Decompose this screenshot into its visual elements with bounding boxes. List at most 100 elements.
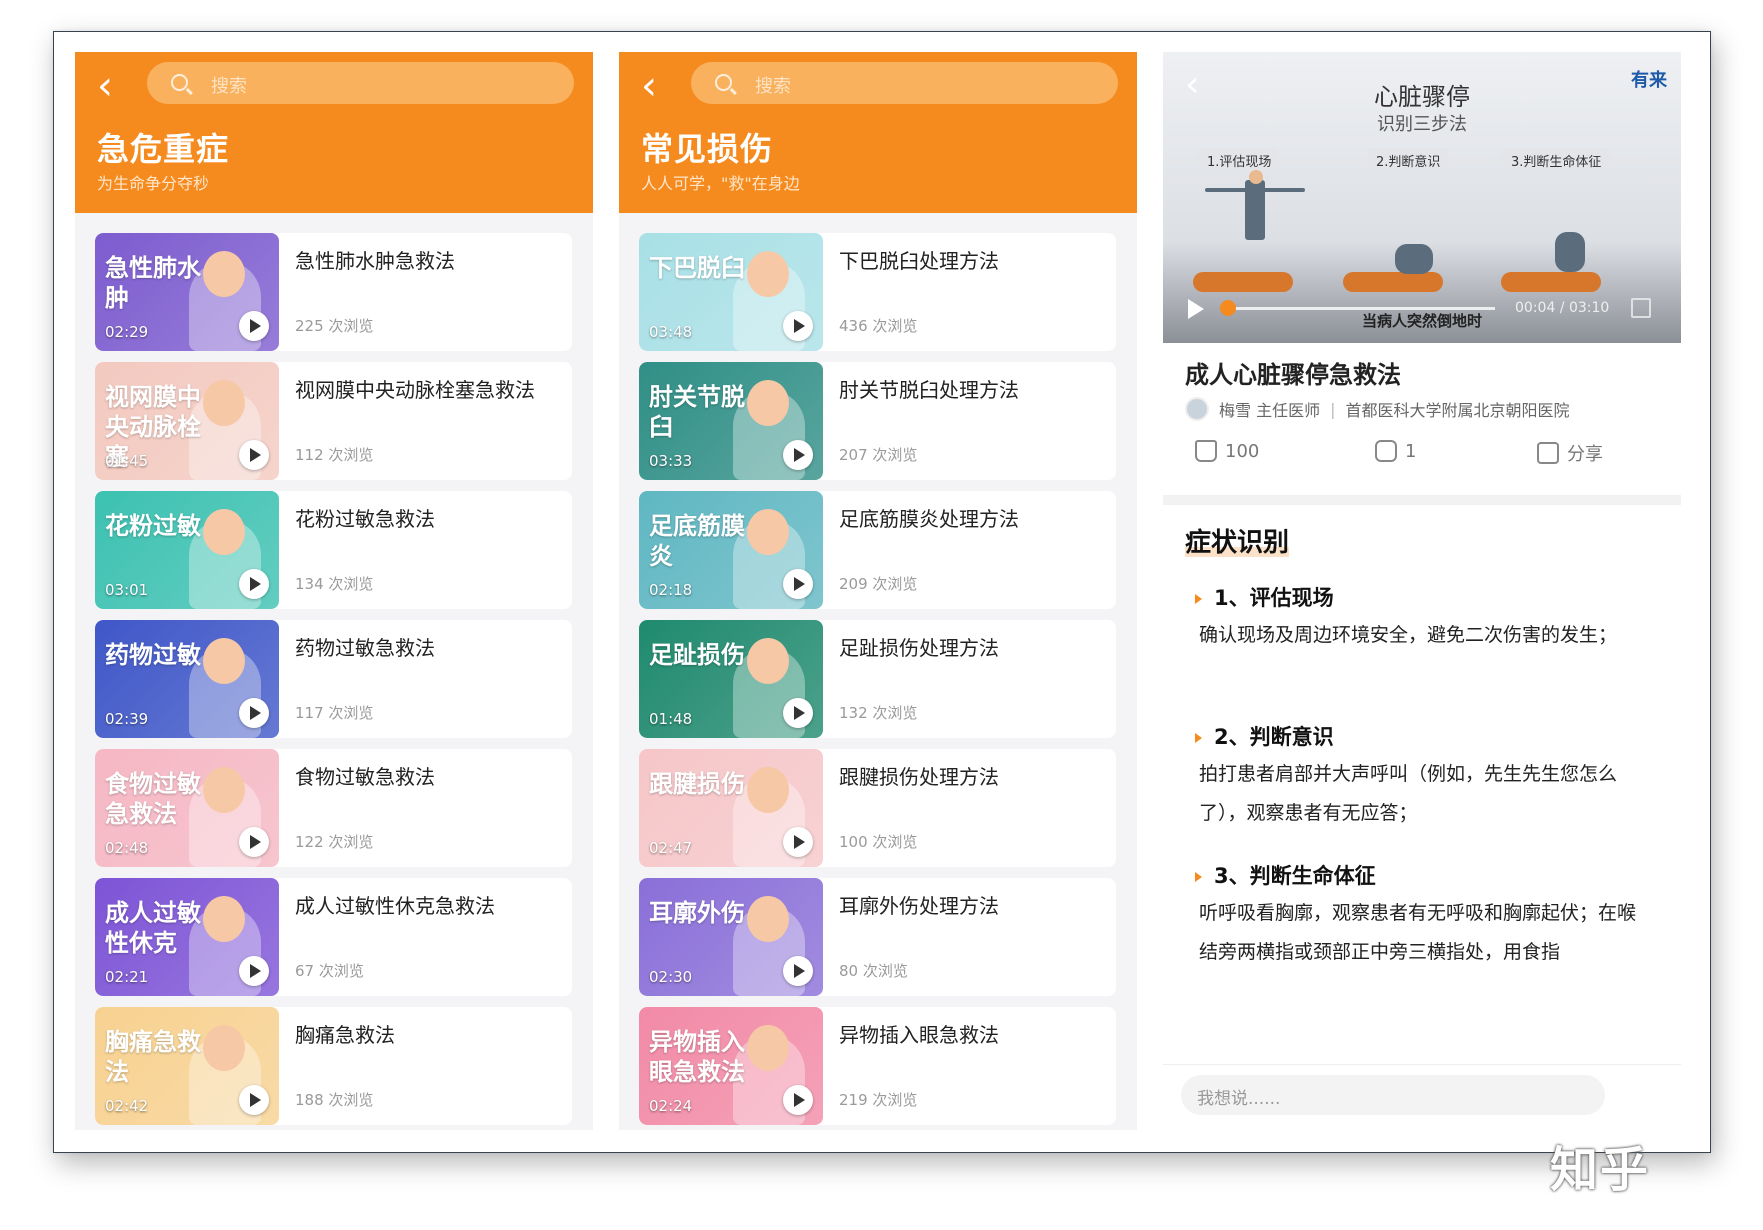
- page-subtitle: 为生命争分夺秒: [97, 174, 210, 193]
- video-thumbnail[interactable]: 药物过敏 02:39: [95, 620, 279, 738]
- list-item[interactable]: 下巴脱臼 03:48 下巴脱臼处理方法 436 次浏览: [639, 233, 1116, 351]
- play-icon[interactable]: [783, 311, 813, 341]
- video-thumbnail[interactable]: 下巴脱臼 03:48: [639, 233, 823, 351]
- video-title: 食物过敏急救法: [295, 765, 435, 789]
- like-button[interactable]: 100: [1195, 440, 1259, 462]
- video-thumbnail[interactable]: 成人过敏性休克 02:21: [95, 878, 279, 996]
- list-item[interactable]: 视网膜中央动脉栓塞 01:45 视网膜中央动脉栓塞急救法 112 次浏览: [95, 362, 572, 480]
- video-duration: 02:30: [649, 968, 693, 986]
- like-count: 100: [1225, 440, 1260, 462]
- play-icon[interactable]: [783, 1085, 813, 1115]
- kneeling-rescuer: [1555, 232, 1585, 272]
- paragraph: 确认现场及周边环境安全，避免二次伤害的发生；: [1199, 624, 1618, 646]
- comment-icon: [1375, 440, 1397, 462]
- subheading-text: 2、判断意识: [1214, 725, 1334, 749]
- video-duration: 03:33: [649, 452, 693, 470]
- list-item[interactable]: 足底筋膜炎 02:18 足底筋膜炎处理方法 209 次浏览: [639, 491, 1116, 609]
- bullet-icon: [1195, 872, 1202, 882]
- view-count: 100 次浏览: [839, 833, 918, 851]
- list-item[interactable]: 食物过敏急救法 02:48 食物过敏急救法 122 次浏览: [95, 749, 572, 867]
- play-icon[interactable]: [239, 1085, 269, 1115]
- play-icon[interactable]: [783, 698, 813, 728]
- figure-arms: [1205, 188, 1305, 192]
- watermark: 知乎: [1550, 1142, 1651, 1198]
- emergency-list-screen: ‹ 搜索 急危重症 为生命争分夺秒 急性肺水肿 02:29 急性肺水肿急救法 225 …: [75, 52, 593, 1130]
- play-icon[interactable]: [239, 569, 269, 599]
- view-count: 188 次浏览: [295, 1091, 374, 1109]
- article-title: 成人心脏骤停急救法: [1185, 361, 1401, 389]
- play-icon[interactable]: [239, 956, 269, 986]
- play-icon[interactable]: [239, 698, 269, 728]
- article-screen: ‹ 心脏骤停 识别三步法 有来 1.评估现场 2.判断意识 3.判断生命体征 当…: [1163, 52, 1681, 1130]
- thumbnail-text: 足底筋膜炎: [649, 512, 745, 570]
- view-count: 122 次浏览: [295, 833, 374, 851]
- step-label: 2.判断意识: [1368, 148, 1449, 173]
- view-count: 225 次浏览: [295, 317, 374, 335]
- play-icon[interactable]: [783, 827, 813, 857]
- video-thumbnail[interactable]: 足趾损伤 01:48: [639, 620, 823, 738]
- back-arrow-icon[interactable]: ‹: [97, 66, 137, 106]
- thumbnail-text: 肘关节脱臼: [649, 383, 745, 441]
- comment-button[interactable]: 1: [1375, 440, 1416, 462]
- share-button[interactable]: 分享: [1537, 440, 1603, 466]
- video-thumbnail[interactable]: 食物过敏急救法 02:48: [95, 749, 279, 867]
- list-item[interactable]: 急性肺水肿 02:29 急性肺水肿急救法 225 次浏览: [95, 233, 572, 351]
- list-item[interactable]: 花粉过敏 03:01 花粉过敏急救法 134 次浏览: [95, 491, 572, 609]
- video-thumbnail[interactable]: 足底筋膜炎 02:18: [639, 491, 823, 609]
- back-arrow-icon[interactable]: ‹: [641, 66, 681, 106]
- list-item[interactable]: 成人过敏性休克 02:21 成人过敏性休克急救法 67 次浏览: [95, 878, 572, 996]
- header: ‹ 搜索 常见损伤 人人可学，"救"在身边: [619, 52, 1137, 213]
- subheading-text: 3、判断生命体征: [1214, 864, 1376, 888]
- progress-bar[interactable]: [1223, 307, 1495, 310]
- video-thumbnail[interactable]: 视网膜中央动脉栓塞 01:45: [95, 362, 279, 480]
- search-bar[interactable]: 搜索: [147, 62, 574, 104]
- video-thumbnail[interactable]: 肘关节脱臼 03:33: [639, 362, 823, 480]
- list-item[interactable]: 肘关节脱臼 03:33 肘关节脱臼处理方法 207 次浏览: [639, 362, 1116, 480]
- fullscreen-icon[interactable]: [1631, 298, 1651, 318]
- list-item[interactable]: 足趾损伤 01:48 足趾损伤处理方法 132 次浏览: [639, 620, 1116, 738]
- video-thumbnail[interactable]: 花粉过敏 03:01: [95, 491, 279, 609]
- play-icon[interactable]: [783, 956, 813, 986]
- video-thumbnail[interactable]: 胸痛急救法 02:42: [95, 1007, 279, 1125]
- thumbnail-text: 药物过敏: [105, 641, 201, 669]
- video-title: 成人过敏性休克急救法: [295, 894, 495, 918]
- video-thumbnail[interactable]: 急性肺水肿 02:29: [95, 233, 279, 351]
- list-item[interactable]: 异物插入眼急救法 02:24 异物插入眼急救法 219 次浏览: [639, 1007, 1116, 1125]
- video-thumbnail[interactable]: 耳廓外伤 02:30: [639, 878, 823, 996]
- play-icon[interactable]: [239, 440, 269, 470]
- comment-input[interactable]: 我想说......: [1181, 1075, 1605, 1115]
- list-item[interactable]: 跟腱损伤 02:47 跟腱损伤处理方法 100 次浏览: [639, 749, 1116, 867]
- list-item[interactable]: 耳廓外伤 02:30 耳廓外伤处理方法 80 次浏览: [639, 878, 1116, 996]
- page-title: 急危重症: [97, 130, 230, 168]
- video-duration: 02:42: [105, 1097, 149, 1115]
- play-icon[interactable]: [239, 827, 269, 857]
- video-thumbnail[interactable]: 跟腱损伤 02:47: [639, 749, 823, 867]
- view-count: 436 次浏览: [839, 317, 918, 335]
- comment-count: 1: [1405, 440, 1417, 462]
- video-duration: 02:24: [649, 1097, 693, 1115]
- list-item[interactable]: 药物过敏 02:39 药物过敏急救法 117 次浏览: [95, 620, 572, 738]
- brand-logo: 有来: [1631, 70, 1667, 91]
- video-player[interactable]: ‹ 心脏骤停 识别三步法 有来 1.评估现场 2.判断意识 3.判断生命体征 当…: [1163, 52, 1681, 343]
- subheading: 1、评估现场: [1195, 582, 1334, 612]
- author-line[interactable]: 梅雪 主任医师 | 首都医科大学附属北京朝阳医院: [1185, 397, 1570, 421]
- play-icon[interactable]: [239, 311, 269, 341]
- view-count: 112 次浏览: [295, 446, 374, 464]
- list-item[interactable]: 胸痛急救法 02:42 胸痛急救法 188 次浏览: [95, 1007, 572, 1125]
- search-icon: [715, 74, 732, 91]
- play-icon[interactable]: [1188, 299, 1204, 319]
- step-label: 3.判断生命体征: [1503, 148, 1610, 173]
- video-thumbnail[interactable]: 异物插入眼急救法 02:24: [639, 1007, 823, 1125]
- bullet-icon: [1195, 594, 1202, 604]
- injury-list-screen: ‹ 搜索 常见损伤 人人可学，"救"在身边 下巴脱臼 03:48 下巴脱臼处理方法 4…: [619, 52, 1137, 1130]
- video-title: 下巴脱臼处理方法: [839, 249, 999, 273]
- search-bar[interactable]: 搜索: [691, 62, 1118, 104]
- play-icon[interactable]: [783, 569, 813, 599]
- screenshot-frame: ‹ 搜索 急危重症 为生命争分夺秒 急性肺水肿 02:29 急性肺水肿急救法 225 …: [53, 31, 1711, 1153]
- view-count: 80 次浏览: [839, 962, 908, 980]
- play-icon[interactable]: [783, 440, 813, 470]
- video-title: 视网膜中央动脉栓塞急救法: [295, 378, 535, 402]
- separator: |: [1330, 399, 1336, 419]
- video-title: 足底筋膜炎处理方法: [839, 507, 1019, 531]
- lying-patient: [1343, 272, 1443, 292]
